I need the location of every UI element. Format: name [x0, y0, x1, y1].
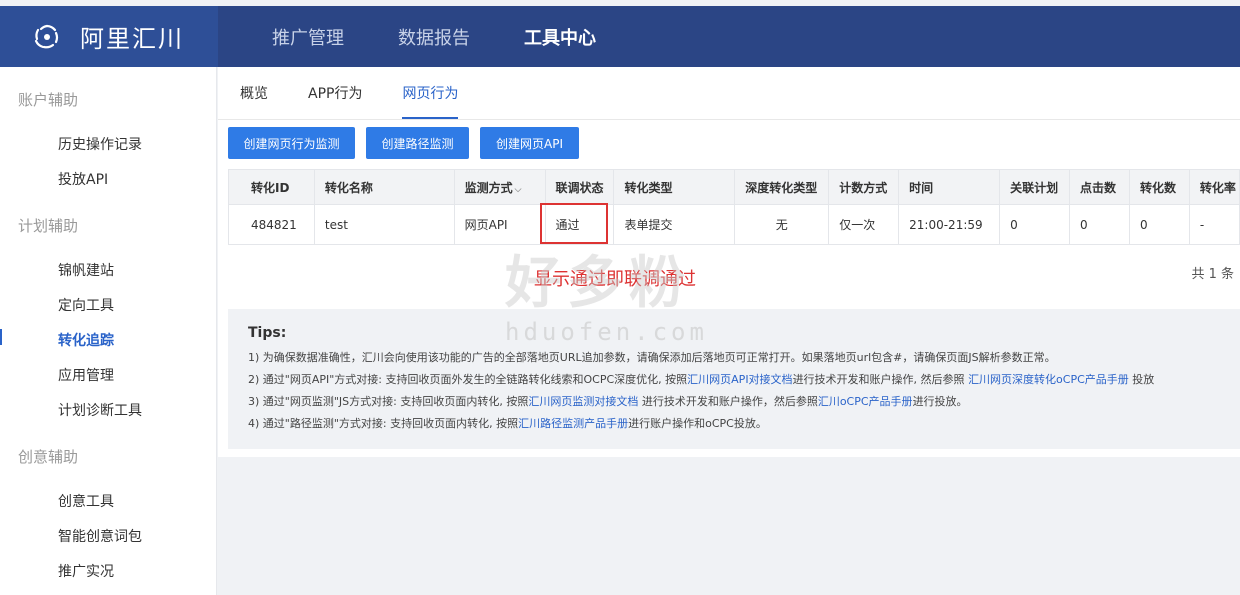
sidebar-item-diagnosis[interactable]: 计划诊断工具	[58, 400, 142, 420]
tab-web-behavior[interactable]: 网页行为	[402, 83, 459, 119]
sidebar-item-conversion-tracking[interactable]: 转化追踪	[58, 330, 114, 350]
tips-panel: Tips: 1) 为确保数据准确性，汇川会向使用该功能的广告的全部落地页URL追…	[228, 309, 1240, 449]
cell-time: 21:00-21:59	[898, 204, 1001, 245]
col-conversion-type: 转化类型	[613, 169, 736, 205]
cell-count-method: 仅一次	[828, 204, 900, 245]
sidebar-item-live[interactable]: 推广实况	[58, 561, 114, 581]
tip-text: 投放	[1128, 373, 1155, 386]
col-monitor-method-label: 监测方式	[464, 180, 513, 195]
topnav-reports[interactable]: 数据报告	[398, 24, 470, 50]
cell-conversion-type: 表单提交	[613, 204, 736, 245]
topnav-promotion[interactable]: 推广管理	[272, 24, 344, 50]
brand-name: 阿里汇川	[80, 25, 184, 53]
table-row[interactable]: 484821 test 网页API 通过 表单提交 无 仅一次 21:00-21…	[228, 204, 1240, 245]
col-time: 时间	[898, 169, 1001, 205]
top-nav: 推广管理 数据报告 工具中心	[272, 6, 650, 67]
link-ocpc-manual[interactable]: 汇川oCPC产品手册	[818, 395, 913, 408]
sidebar-item-app-management[interactable]: 应用管理	[58, 365, 114, 385]
create-web-monitor-button[interactable]: 创建网页行为监测	[228, 127, 355, 159]
conversion-table: 转化ID 转化名称 监测方式 ⌵ 联调状态 转化类型 深度转化类型 计数方式 时间…	[228, 169, 1240, 245]
cell-conversions: 0	[1128, 204, 1190, 245]
col-clicks: 点击数	[1069, 169, 1130, 205]
tip-text: 进行技术开发和账户操作，然后参照	[638, 395, 818, 408]
sidebar-item-history[interactable]: 历史操作记录	[58, 134, 142, 154]
tip-text: 进行投放。	[912, 395, 968, 408]
col-conversion-id: 转化ID	[228, 169, 315, 205]
swirl-logo-icon	[34, 24, 59, 48]
main-panel: 概览 APP行为 网页行为 创建网页行为监测 创建路径监测 创建网页API 转化…	[218, 67, 1240, 457]
annotation-text: 显示通过即联调通过	[534, 269, 696, 290]
sidebar-group-plan: 计划辅助	[18, 217, 79, 235]
create-path-monitor-button[interactable]: 创建路径监测	[366, 127, 469, 159]
sidebar-item-smart-words[interactable]: 智能创意词包	[58, 526, 142, 546]
tip-line-1: 1) 为确保数据准确性，汇川会向使用该功能的广告的全部落地页URL追加参数，请确…	[248, 351, 1056, 364]
tab-app-behavior[interactable]: APP行为	[308, 83, 362, 119]
tip-line-3: 3) 通过"网页监测"JS方式对接: 支持回收页面内转化, 按照汇川网页监测对接…	[248, 391, 1240, 413]
cell-conversion-rate: -	[1188, 204, 1240, 245]
status-highlight-box	[540, 203, 608, 244]
col-conversions: 转化数	[1128, 169, 1190, 205]
sidebar-item-site-builder[interactable]: 锦帆建站	[58, 260, 114, 280]
create-web-api-button[interactable]: 创建网页API	[480, 127, 579, 159]
tips-title: Tips:	[248, 325, 287, 341]
cell-conversion-name: test	[313, 204, 455, 245]
sidebar-group-account: 账户辅助	[18, 91, 79, 109]
total-count: 共 1 条	[1191, 267, 1234, 282]
tip-text: 2) 通过"网页API"方式对接: 支持回收页面外发生的全链路转化线索和OCPC…	[248, 373, 688, 386]
sidebar-group-creative: 创意辅助	[18, 448, 79, 466]
tab-bar: 概览 APP行为 网页行为	[240, 83, 498, 119]
col-count-method: 计数方式	[828, 169, 900, 205]
cell-monitor-method: 网页API	[453, 204, 546, 245]
chevron-down-icon[interactable]: ⌵	[515, 185, 522, 195]
cell-linked-plan[interactable]: 0	[999, 204, 1071, 245]
sidebar-item-targeting[interactable]: 定向工具	[58, 295, 114, 315]
sidebar-active-marker	[0, 329, 2, 345]
tip-line-2: 2) 通过"网页API"方式对接: 支持回收页面外发生的全链路转化线索和OCPC…	[248, 369, 1240, 391]
col-deep-conversion-type: 深度转化类型	[734, 169, 830, 205]
tip-text: 进行技术开发和账户操作, 然后参照	[792, 373, 969, 386]
link-path-monitor-manual[interactable]: 汇川路径监测产品手册	[518, 417, 628, 430]
col-debug-status: 联调状态	[544, 169, 615, 205]
tab-divider	[218, 119, 1240, 120]
link-web-api-doc[interactable]: 汇川网页API对接文档	[687, 373, 792, 386]
sidebar-item-creative-tools[interactable]: 创意工具	[58, 491, 114, 511]
col-linked-plan: 关联计划	[999, 169, 1071, 205]
link-web-monitor-doc[interactable]: 汇川网页监测对接文档	[528, 395, 638, 408]
sidebar: 账户辅助 历史操作记录 投放API 计划辅助 锦帆建站 定向工具 转化追踪 应用…	[0, 67, 217, 595]
col-conversion-rate: 转化率	[1188, 169, 1240, 205]
topnav-tools[interactable]: 工具中心	[524, 24, 596, 50]
cell-deep-conversion-type: 无	[734, 204, 830, 245]
cell-clicks: 0	[1069, 204, 1130, 245]
col-conversion-name: 转化名称	[313, 169, 455, 205]
tip-line-4: 4) 通过"路径监测"方式对接: 支持回收页面内转化, 按照汇川路径监测产品手册…	[248, 413, 1240, 435]
tip-text: 4) 通过"路径监测"方式对接: 支持回收页面内转化, 按照	[248, 417, 519, 430]
brand[interactable]: 阿里汇川	[0, 6, 218, 67]
tab-overview[interactable]: 概览	[240, 83, 268, 119]
tip-text: 3) 通过"网页监测"JS方式对接: 支持回收页面内转化, 按照	[248, 395, 529, 408]
sidebar-item-api[interactable]: 投放API	[58, 169, 108, 189]
table-header-row: 转化ID 转化名称 监测方式 ⌵ 联调状态 转化类型 深度转化类型 计数方式 时间…	[228, 169, 1240, 205]
link-deep-ocpc-manual[interactable]: 汇川网页深度转化oCPC产品手册	[968, 373, 1129, 386]
col-monitor-method[interactable]: 监测方式 ⌵	[453, 169, 546, 205]
tip-text: 进行账户操作和oCPC投放。	[628, 417, 767, 430]
top-nav-bar: 阿里汇川 推广管理 数据报告 工具中心	[0, 6, 1240, 67]
cell-conversion-id: 484821	[228, 204, 315, 245]
